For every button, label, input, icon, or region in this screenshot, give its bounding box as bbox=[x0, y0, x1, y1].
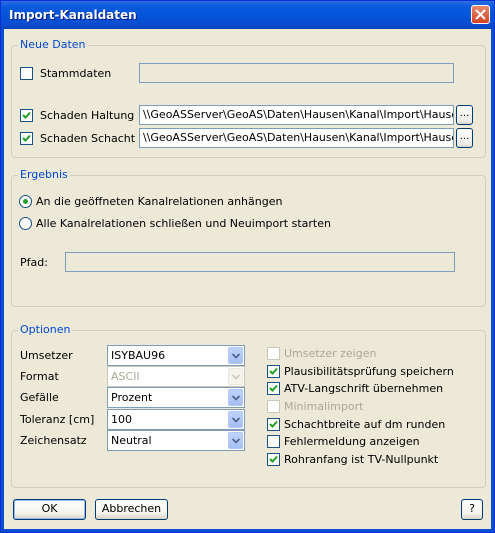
umsetzer-select[interactable]: ISYBAU96 bbox=[107, 345, 245, 366]
schaden-haltung-label: Schaden Haltung bbox=[40, 109, 135, 122]
umsetzer-zeigen-checkbox bbox=[267, 347, 280, 360]
checkmark-icon bbox=[22, 111, 31, 119]
minimalimport-label: Minimalimport bbox=[284, 400, 364, 413]
stammdaten-checkbox[interactable] bbox=[20, 67, 33, 80]
format-dropdown-button bbox=[228, 368, 243, 385]
minimalimport-checkbox bbox=[267, 400, 280, 413]
close-button[interactable] bbox=[471, 5, 490, 24]
checkmark-icon bbox=[269, 420, 278, 428]
window-title: Import-Kanaldaten bbox=[9, 8, 137, 22]
checkmark-icon bbox=[269, 367, 278, 375]
chevron-down-icon bbox=[232, 374, 240, 380]
stammdaten-path-field bbox=[139, 63, 454, 83]
new-import-option-label: Alle Kanalrelationen schließen und Neuim… bbox=[36, 217, 331, 230]
plausibilitaet-label: Plausibilitätsprüfung speichern bbox=[284, 365, 454, 378]
gefaelle-select[interactable]: Prozent bbox=[107, 387, 245, 408]
new-import-radio[interactable] bbox=[19, 217, 32, 230]
fehlermeldung-checkbox[interactable] bbox=[267, 435, 280, 448]
rohranfang-label: Rohranfang ist TV-Nullpunkt bbox=[284, 453, 439, 466]
schaden-schacht-path-field[interactable]: \\GeoASServer\GeoAS\Daten\Hausen\Kanal\I… bbox=[139, 128, 454, 148]
import-dialog-window: Import-Kanaldaten Neue Daten Stammdaten … bbox=[0, 0, 495, 533]
gefaelle-value: Prozent bbox=[111, 391, 153, 404]
append-option-label: An die geöffneten Kanalrelationen anhäng… bbox=[36, 195, 283, 208]
format-value: ASCII bbox=[111, 370, 140, 383]
dialog-client-area: Neue Daten Stammdaten Schaden Haltung \\… bbox=[4, 29, 491, 529]
zeichensatz-value: Neutral bbox=[111, 434, 152, 447]
toleranz-label: Toleranz [cm] bbox=[20, 413, 95, 426]
plausibilitaet-checkbox[interactable] bbox=[267, 365, 280, 378]
schaden-schacht-checkbox[interactable] bbox=[20, 132, 33, 145]
ergebnis-group: Ergebnis An die geöffneten Kanalrelation… bbox=[11, 168, 486, 307]
optionen-group: Optionen Umsetzer ISYBAU96 Format ASCII … bbox=[11, 323, 486, 488]
schaden-schacht-label: Schaden Schacht bbox=[40, 132, 136, 145]
umsetzer-zeigen-label: Umsetzer zeigen bbox=[284, 347, 377, 360]
gefaelle-label: Gefälle bbox=[20, 391, 59, 404]
checkmark-icon bbox=[269, 455, 278, 463]
schachtbreite-label: Schachtbreite auf dm runden bbox=[284, 418, 446, 431]
chevron-down-icon bbox=[232, 438, 240, 444]
zeichensatz-select[interactable]: Neutral bbox=[107, 430, 245, 451]
toleranz-select[interactable]: 100 bbox=[107, 409, 245, 430]
ergebnis-legend: Ergebnis bbox=[18, 168, 70, 181]
title-bar[interactable]: Import-Kanaldaten bbox=[1, 1, 494, 29]
chevron-down-icon bbox=[232, 395, 240, 401]
pfad-field bbox=[65, 252, 455, 272]
umsetzer-dropdown-button[interactable] bbox=[228, 347, 243, 364]
radio-selected-dot bbox=[23, 199, 28, 204]
toleranz-dropdown-button[interactable] bbox=[228, 411, 243, 428]
neue-daten-group: Neue Daten Stammdaten Schaden Haltung \\… bbox=[11, 38, 486, 158]
fehlermeldung-label: Fehlermeldung anzeigen bbox=[284, 435, 420, 448]
neue-daten-legend: Neue Daten bbox=[18, 38, 88, 51]
atv-langschrift-checkbox[interactable] bbox=[267, 382, 280, 395]
toleranz-value: 100 bbox=[111, 413, 132, 426]
zeichensatz-label: Zeichensatz bbox=[20, 434, 87, 447]
ok-button[interactable]: OK bbox=[13, 499, 86, 520]
help-button[interactable]: ? bbox=[461, 499, 483, 520]
chevron-down-icon bbox=[232, 353, 240, 359]
format-select: ASCII bbox=[107, 366, 245, 387]
optionen-legend: Optionen bbox=[18, 323, 73, 336]
zeichensatz-dropdown-button[interactable] bbox=[228, 432, 243, 449]
schaden-schacht-browse-button[interactable]: ... bbox=[456, 128, 473, 148]
schaden-haltung-browse-button[interactable]: ... bbox=[456, 105, 473, 125]
format-label: Format bbox=[20, 370, 59, 383]
schachtbreite-checkbox[interactable] bbox=[267, 418, 280, 431]
checkmark-icon bbox=[22, 134, 31, 142]
chevron-down-icon bbox=[232, 417, 240, 423]
pfad-label: Pfad: bbox=[20, 256, 48, 269]
schaden-haltung-path-field[interactable]: \\GeoASServer\GeoAS\Daten\Hausen\Kanal\I… bbox=[139, 105, 454, 125]
rohranfang-checkbox[interactable] bbox=[267, 453, 280, 466]
umsetzer-value: ISYBAU96 bbox=[111, 349, 166, 362]
umsetzer-label: Umsetzer bbox=[20, 349, 73, 362]
checkmark-icon bbox=[269, 384, 278, 392]
gefaelle-dropdown-button[interactable] bbox=[228, 389, 243, 406]
close-icon bbox=[475, 9, 486, 20]
append-radio[interactable] bbox=[19, 195, 32, 208]
cancel-button[interactable]: Abbrechen bbox=[95, 499, 168, 520]
stammdaten-label: Stammdaten bbox=[40, 67, 112, 80]
atv-langschrift-label: ATV-Langschrift übernehmen bbox=[284, 382, 444, 395]
schaden-haltung-checkbox[interactable] bbox=[20, 109, 33, 122]
